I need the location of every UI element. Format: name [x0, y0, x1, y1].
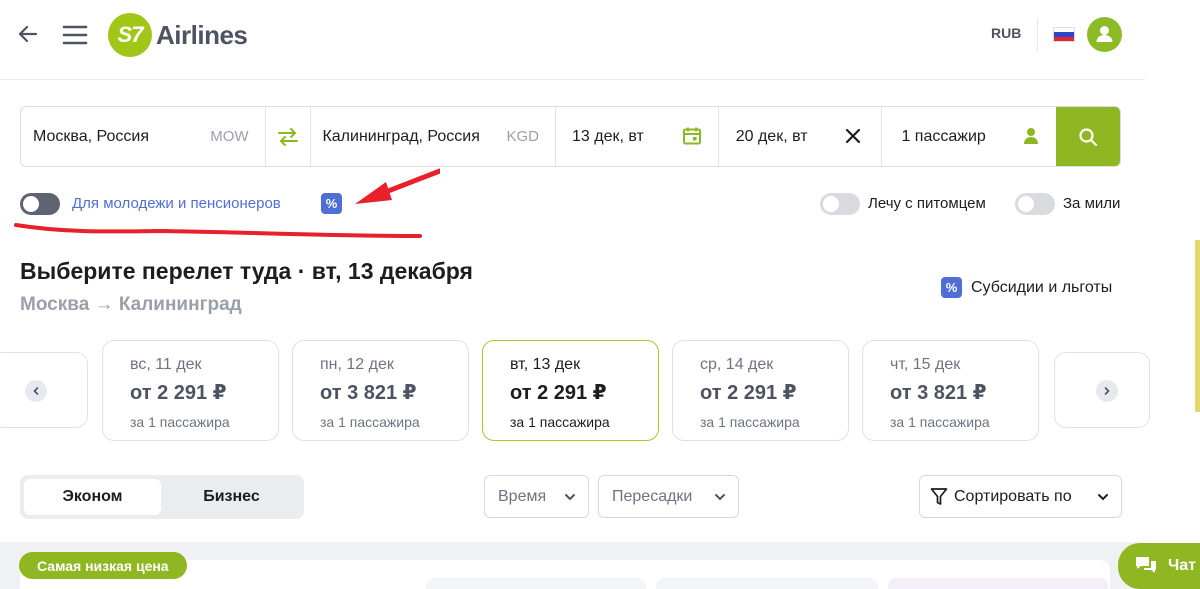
miles-toggle[interactable] [1015, 193, 1055, 215]
swap-route-button[interactable] [266, 107, 312, 166]
pet-label: Лечу с питомцем [868, 195, 986, 212]
cabin-class-switch: Эконом Бизнес [20, 475, 304, 519]
date-card[interactable]: ср, 14 дек от 2 291 ₽ за 1 пассажира [672, 340, 849, 441]
date-card-day: ср, 14 дек [700, 356, 774, 373]
origin-field[interactable]: Москва, Россия MOW [21, 107, 266, 166]
carousel-next-button[interactable] [1096, 380, 1118, 402]
calendar-icon [682, 127, 701, 145]
origin-code: MOW [210, 128, 249, 145]
date-card-price: от 3 821 ₽ [890, 382, 987, 404]
youth-discount-toggle[interactable] [20, 193, 60, 215]
destination-code: KGD [506, 128, 539, 145]
carousel-prev-card [0, 352, 88, 428]
date-card-price: от 2 291 ₽ [700, 382, 797, 404]
date-card-pax: за 1 пассажира [700, 414, 800, 430]
date-card-selected[interactable]: вт, 13 дек от 2 291 ₽ за 1 пассажира [482, 340, 659, 441]
page-title: Выберите перелет туда · вт, 13 декабря [20, 258, 473, 284]
time-filter-label: Время [498, 487, 547, 505]
subsidies-label: Субсидии и льготы [971, 278, 1113, 296]
business-tab[interactable]: Бизнес [163, 479, 300, 515]
header-divider [1037, 18, 1038, 52]
logo-text: Airlines [156, 19, 248, 50]
miles-label: За мили [1063, 195, 1121, 212]
date-card-price: от 3 821 ₽ [320, 382, 417, 404]
language-flag-icon[interactable] [1053, 27, 1075, 42]
subsidy-percent-icon: % [941, 277, 962, 298]
date-card[interactable]: чт, 15 дек от 3 821 ₽ за 1 пассажира [862, 340, 1039, 441]
passengers-count: 1 пассажир [901, 127, 986, 145]
date-card-pax: за 1 пассажира [890, 414, 990, 430]
date-card[interactable]: пн, 12 дек от 3 821 ₽ за 1 пассажира [292, 340, 469, 441]
currency-selector[interactable]: RUB [991, 25, 1021, 41]
chat-button[interactable]: Чат [1118, 543, 1200, 589]
chevron-right-icon [1104, 387, 1110, 395]
fare-option-block[interactable] [656, 578, 878, 589]
subsidies-link[interactable]: % Субсидии и льготы [941, 277, 1112, 298]
youth-discount-label[interactable]: Для молодежи и пенсионеров [72, 195, 281, 212]
date-card-day: вс, 11 дек [130, 356, 202, 373]
fare-option-block[interactable] [888, 578, 1108, 589]
passengers-field[interactable]: 1 пассажир [882, 107, 1056, 166]
carousel-next-card [1054, 352, 1150, 428]
destination-city: Калининград, Россия [322, 127, 480, 145]
fare-option-block[interactable] [426, 578, 646, 589]
destination-field[interactable]: Калининград, Россия KGD [311, 107, 556, 166]
date-card-day: пн, 12 дек [320, 356, 394, 373]
back-arrow-icon[interactable] [16, 22, 40, 46]
logo-mark: S7 [108, 13, 152, 57]
date-card-pax: за 1 пассажира [130, 414, 230, 430]
chevron-down-icon [565, 494, 575, 501]
return-date: 20 дек, вт [735, 127, 808, 145]
transfers-filter-dropdown[interactable]: Пересадки [598, 475, 739, 518]
page-edge-marker [1195, 240, 1200, 412]
date-card-day: чт, 15 дек [890, 356, 961, 373]
user-avatar[interactable] [1087, 17, 1122, 52]
search-button[interactable] [1056, 107, 1120, 166]
date-card-price: от 2 291 ₽ [130, 382, 227, 404]
date-card[interactable]: вс, 11 дек от 2 291 ₽ за 1 пассажира [102, 340, 279, 441]
date-card-pax: за 1 пассажира [320, 414, 420, 430]
sort-dropdown[interactable]: Сортировать по [919, 475, 1122, 518]
chat-label: Чат [1168, 557, 1196, 574]
s7-logo[interactable]: S7 Airlines [108, 12, 248, 58]
filter-funnel-icon [930, 487, 948, 505]
origin-city: Москва, Россия [33, 127, 149, 145]
sort-label: Сортировать по [954, 487, 1072, 505]
date-card-pax: за 1 пассажира [510, 414, 610, 430]
discount-percent-icon: % [321, 193, 342, 214]
departure-date-field[interactable]: 13 дек, вт [556, 107, 719, 166]
transfers-filter-label: Пересадки [612, 487, 693, 505]
date-card-price: от 2 291 ₽ [510, 382, 607, 404]
flight-search-bar: Москва, Россия MOW Калининград, Россия K… [20, 106, 1121, 167]
time-filter-dropdown[interactable]: Время [484, 475, 589, 518]
chevron-left-icon [33, 387, 39, 395]
top-header: S7 Airlines RUB [0, 0, 1145, 80]
pet-toggle[interactable] [820, 193, 860, 215]
search-icon [1079, 127, 1098, 146]
clear-date-close-icon[interactable] [843, 126, 863, 146]
departure-date: 13 дек, вт [572, 127, 644, 145]
return-date-field[interactable]: 20 дек, вт [719, 107, 883, 166]
user-icon [1096, 26, 1113, 42]
person-icon [1024, 128, 1039, 144]
carousel-prev-button[interactable] [25, 380, 47, 402]
chevron-down-icon [715, 494, 725, 501]
chat-bubbles-icon [1136, 557, 1156, 573]
date-card-day: вт, 13 дек [510, 356, 581, 373]
swap-arrows-icon [278, 127, 298, 146]
lowest-price-badge: Самая низкая цена [19, 552, 187, 579]
economy-tab[interactable]: Эконом [24, 479, 161, 515]
chevron-down-icon [1098, 494, 1108, 501]
hamburger-menu-icon[interactable] [62, 22, 88, 48]
route-subtitle: Москва → Калининград [20, 294, 242, 315]
